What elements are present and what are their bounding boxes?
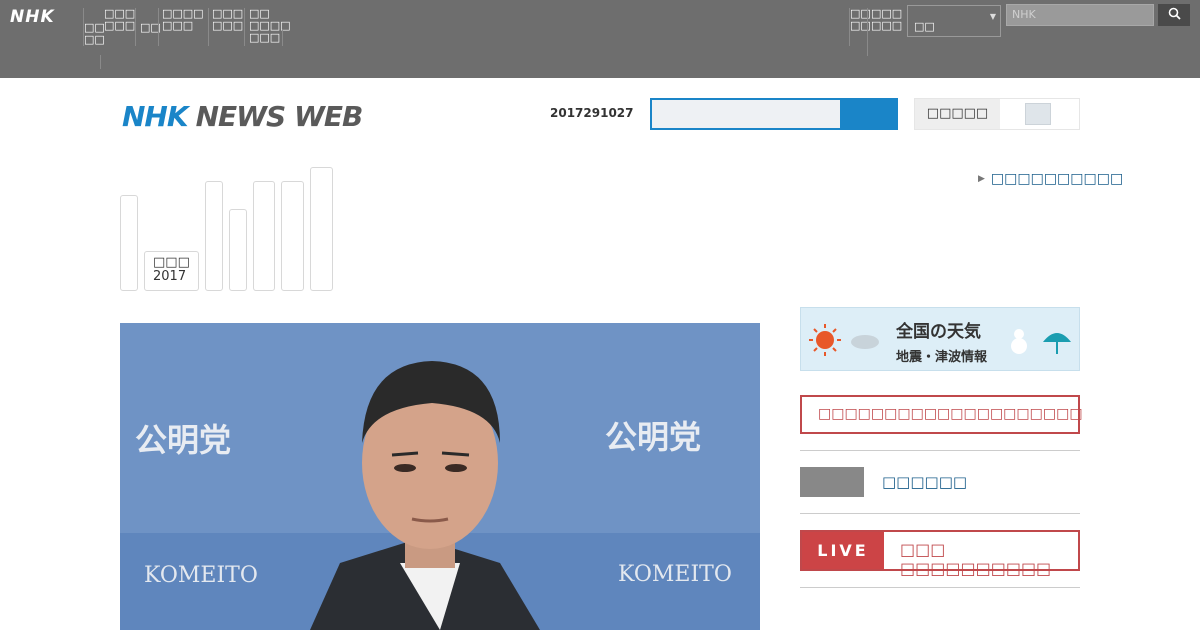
nav-item-2[interactable]: □□□ □□□ (104, 8, 135, 32)
display-toggle[interactable]: □□□□□ (914, 98, 1080, 130)
nav-divider (867, 8, 868, 56)
live-stream-box[interactable]: LIVE □□□ □□□□□□□□□□ (800, 530, 1080, 578)
thumbnail-link[interactable]: □□□□□□ (882, 473, 967, 491)
date-tab[interactable] (229, 209, 247, 291)
search-icon (1168, 7, 1181, 20)
nav-item-4[interactable]: □□□□ □□□ (162, 8, 204, 32)
nav-item-right-2[interactable]: □□□ □□□ (871, 8, 902, 32)
umbrella-icon (1043, 333, 1071, 342)
weather-title: 全国の天気 (896, 322, 981, 342)
section-divider (800, 513, 1080, 514)
party-text-left: 公明党 (135, 421, 231, 459)
nav-divider (135, 8, 136, 46)
nav-divider (282, 30, 283, 46)
nav-divider (158, 8, 159, 46)
nav-divider (100, 55, 101, 69)
date-tab[interactable] (205, 181, 223, 291)
region-select[interactable]: □□ ▼ (907, 5, 1001, 37)
nav-item-5[interactable]: □□□ □□□ (212, 8, 243, 32)
banner-text-left: KOMEITO (144, 563, 258, 588)
main-news-photo[interactable]: 公明党 公明党 KOMEITO K KOMEITO (120, 323, 760, 630)
snowman-icon (1011, 338, 1027, 354)
section-divider (800, 587, 1080, 588)
global-search-input[interactable]: NHK (1006, 4, 1154, 26)
nav-divider (244, 8, 245, 46)
date-badge[interactable]: □□□ 2017 (144, 251, 199, 291)
region-select-value: □□ (914, 20, 935, 33)
right-side-link[interactable]: ▶ □□□□□□□□□□ (978, 171, 1123, 187)
nhk-logo[interactable]: NHK (10, 7, 55, 27)
alert-link-box[interactable]: □□□□□□□□□□□□□□□□□□□□ (800, 395, 1083, 434)
date-tab[interactable] (253, 181, 275, 291)
news-web-logo[interactable]: NHK NEWS WEB (122, 100, 364, 133)
live-stream-title: □□□ □□□□□□□□□□ (900, 540, 1052, 578)
search-button[interactable] (1158, 4, 1190, 26)
date-tab[interactable] (281, 181, 304, 291)
weather-banner[interactable]: 全国の天気 地震・津波情報 (800, 307, 1080, 371)
date-tab[interactable] (310, 167, 333, 291)
news-search-input[interactable] (650, 98, 842, 130)
cloud-icon (851, 335, 879, 349)
triangle-right-icon: ▶ (978, 174, 985, 184)
global-nav-bar: NHK □□ □□ □□□ □□□ □□ □□□□ □□□ □□□ □□□ □□… (0, 0, 1200, 78)
weather-subtitle: 地震・津波情報 (896, 350, 988, 365)
nav-item-1[interactable]: □□ □□ (84, 22, 105, 46)
news-search-button[interactable] (840, 98, 898, 130)
brand-nhk: NHK (122, 100, 189, 133)
photo-illustration: 公明党 公明党 KOMEITO K KOMEITO (120, 323, 760, 630)
date-tab[interactable] (120, 195, 138, 291)
header-date: 2017291027 (550, 106, 634, 120)
date-badge-year: 2017 (153, 269, 187, 284)
banner-text-right: KOMEITO (618, 562, 732, 587)
right-side-link-text: □□□□□□□□□□ (990, 171, 1124, 187)
brand-news-web: NEWS WEB (195, 100, 364, 133)
nav-divider (208, 8, 209, 46)
thumbnail-image[interactable] (800, 467, 864, 497)
nav-item-6[interactable]: □□ □□□□ □□□ (249, 8, 291, 44)
toggle-label: □□□□□ (915, 99, 1000, 129)
section-divider (800, 450, 1080, 451)
party-text-right: 公明党 (605, 418, 701, 456)
sun-icon (816, 331, 834, 349)
toggle-knob[interactable] (1025, 103, 1051, 125)
live-badge: LIVE (802, 532, 884, 569)
date-badge-label: □□□ (153, 255, 190, 270)
chevron-down-icon: ▼ (989, 12, 996, 21)
